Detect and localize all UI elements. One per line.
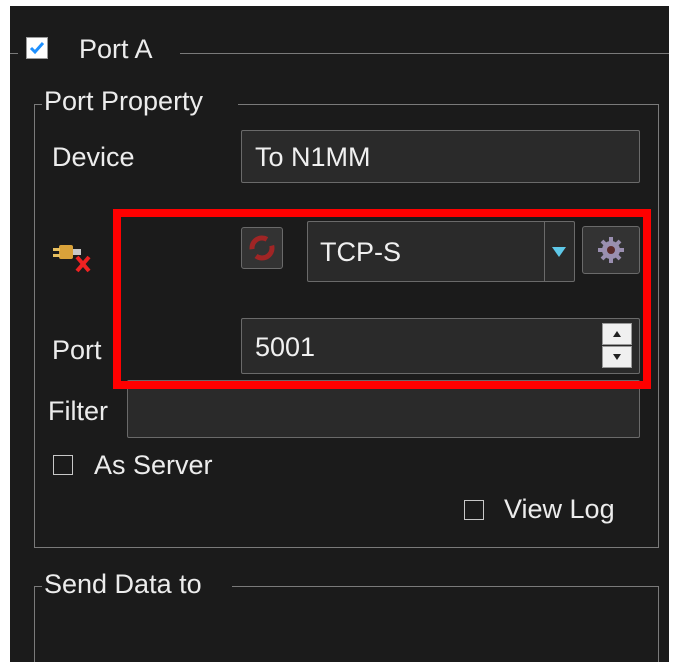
window-right-edge — [669, 0, 679, 662]
view-log-checkbox[interactable] — [464, 500, 484, 520]
device-value: To N1MM — [255, 142, 371, 172]
send-data-border-top — [232, 586, 659, 587]
filter-label: Filter — [48, 396, 108, 426]
as-server-checkbox[interactable] — [53, 455, 73, 475]
send-data-border-left — [34, 586, 35, 662]
send-data-border-top-left — [34, 586, 42, 587]
port-property-border-top — [238, 104, 659, 105]
checkmark-icon — [29, 42, 45, 55]
highlight-box — [113, 209, 651, 389]
port-property-border-bottom — [34, 547, 659, 548]
port-a-title: Port A — [79, 34, 153, 64]
send-data-border-right — [658, 586, 659, 662]
port-label: Port — [52, 335, 102, 365]
send-data-title: Send Data to — [44, 569, 202, 599]
window-top-edge — [0, 0, 679, 6]
port-property-border-left — [34, 104, 35, 547]
port-a-checkbox[interactable] — [26, 37, 48, 59]
port-a-group-border — [180, 53, 669, 54]
port-a-group-border-left — [10, 53, 18, 54]
as-server-label: As Server — [94, 450, 213, 480]
port-property-border-right — [658, 104, 659, 547]
port-property-title: Port Property — [44, 86, 204, 116]
window-left-edge — [0, 0, 10, 662]
device-field[interactable]: To N1MM — [241, 130, 640, 183]
view-log-label: View Log — [504, 494, 615, 524]
device-label: Device — [52, 142, 135, 172]
port-property-border-top-left — [34, 104, 42, 105]
disconnected-plug-icon — [51, 237, 95, 275]
